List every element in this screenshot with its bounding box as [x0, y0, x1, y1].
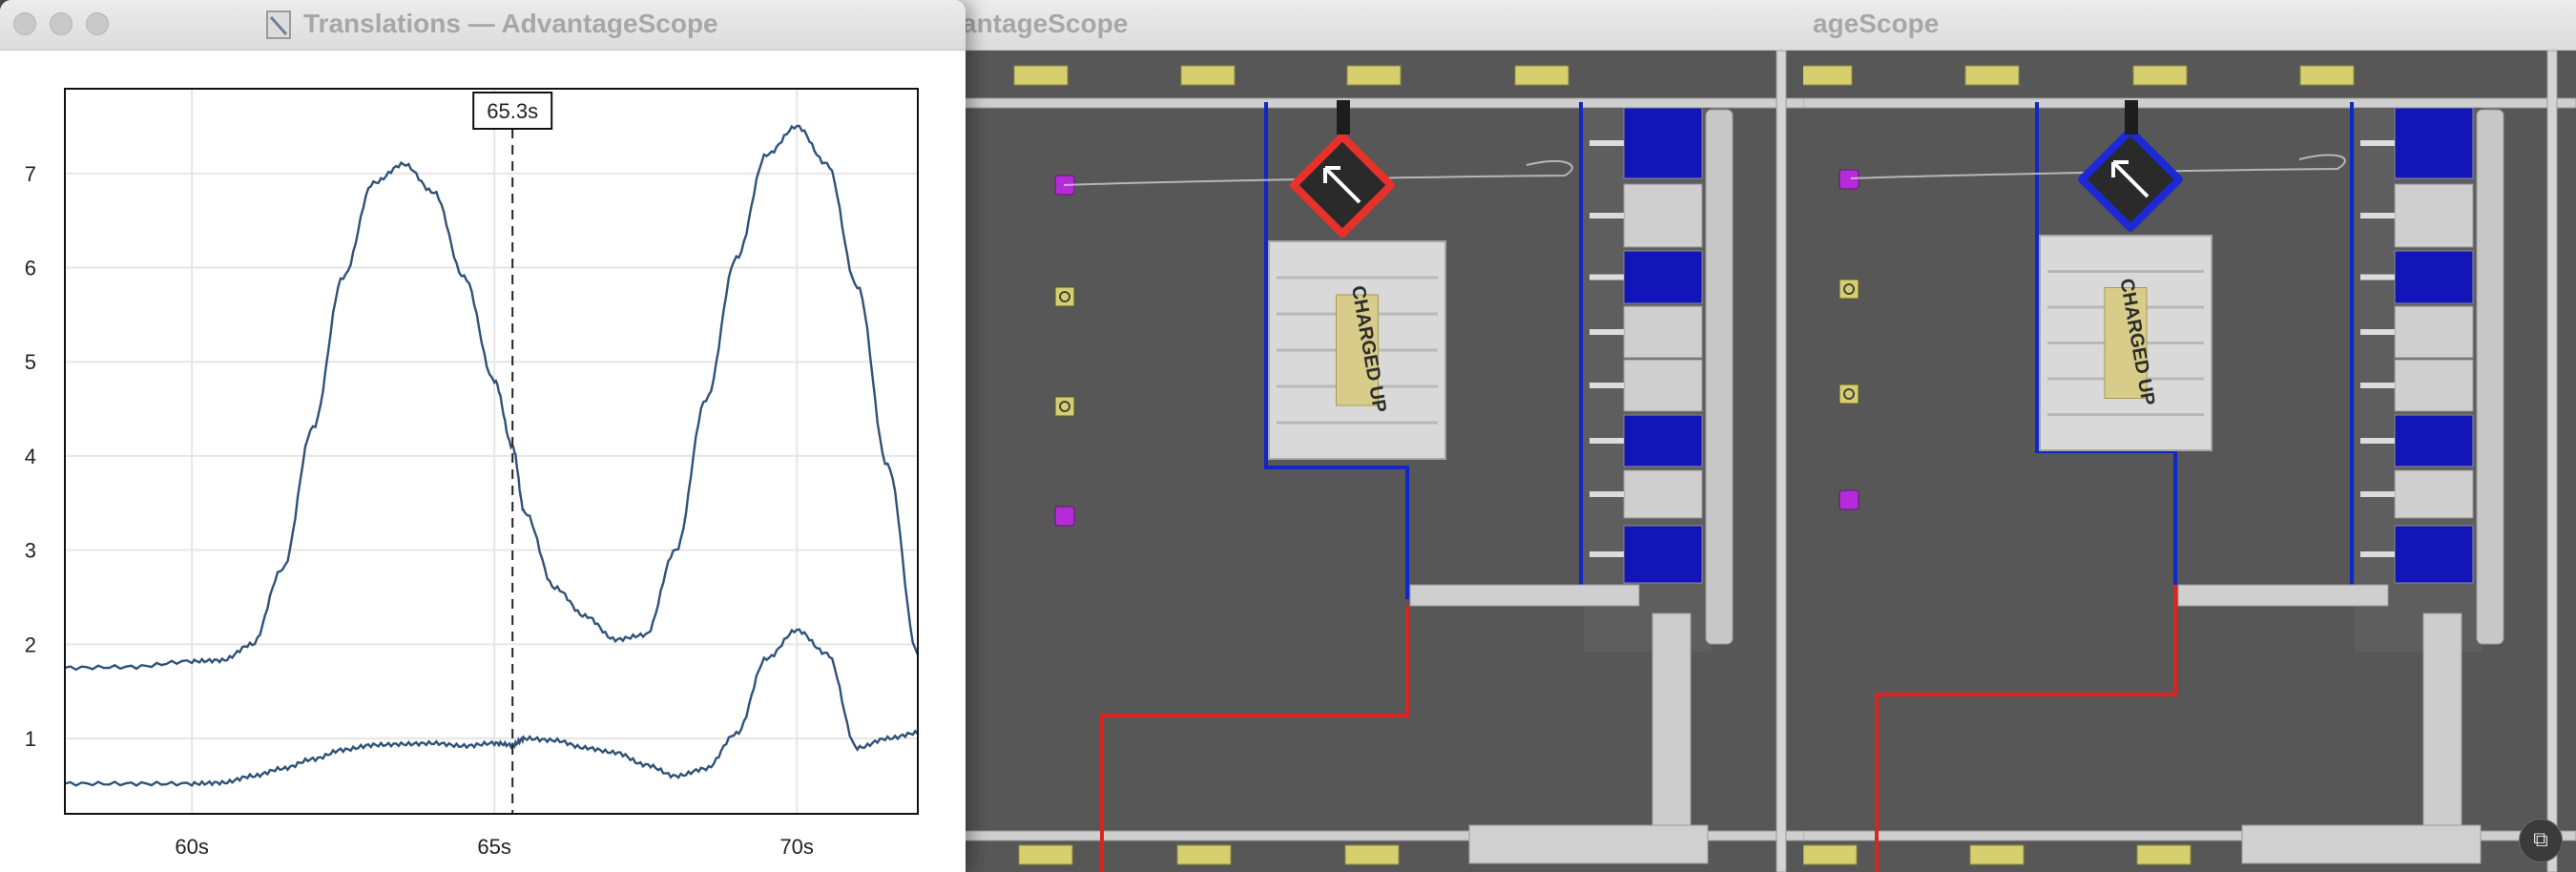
bottom-barrier: [1468, 824, 1709, 864]
cone-node: [1623, 305, 1703, 359]
zoom-window-button[interactable]: [86, 12, 109, 35]
grid-divider: [1705, 109, 1734, 645]
wall-marker: [2299, 65, 2355, 86]
robot[interactable]: [1288, 131, 1396, 239]
robot-mast: [2125, 100, 2138, 135]
window-title: Translations — AdvantageScope: [303, 9, 718, 38]
bottom-barrier: [2241, 824, 2482, 864]
field-rail-side: [1776, 51, 1787, 872]
wall-marker: [1803, 65, 1853, 86]
cube-node: [2394, 525, 2474, 584]
y-tick-label: 7: [25, 162, 36, 186]
wall-marker: [2132, 65, 2188, 86]
wall-marker: [1018, 844, 1073, 865]
cube-node: [1623, 525, 1703, 584]
cone-game-piece: [1054, 286, 1075, 307]
close-window-button[interactable]: [13, 12, 36, 35]
cone-game-piece: [1839, 279, 1859, 300]
line-graph[interactable]: 1 2 3 4 5 6 7 60s 65s 70s 65.3s: [0, 51, 966, 872]
advantagescope-document-icon: [266, 10, 291, 39]
y-tick-label: 3: [25, 539, 36, 563]
substation: [2422, 612, 2462, 862]
screenshot-icon[interactable]: ⧉: [2519, 819, 2563, 862]
field-window-1-titlebar[interactable]: antageScope: [954, 0, 1813, 51]
x-tick-label: 65s: [477, 835, 510, 859]
cone-node: [1623, 359, 1703, 412]
cone-node: [1623, 183, 1703, 248]
wall-marker: [1013, 65, 1069, 86]
field-window-1-title: antageScope: [962, 9, 1129, 38]
field-layer: CHARGED UP: [1803, 51, 2576, 872]
cube-node: [2394, 414, 2474, 467]
y-tick-label: 4: [25, 445, 36, 468]
wall-marker: [2136, 844, 2192, 865]
substation: [1652, 612, 1692, 862]
field-layer: CHARGED UP: [954, 51, 1813, 872]
loading-platform: [2177, 584, 2389, 607]
line-graph-window-titlebar[interactable]: Translations — AdvantageScope: [0, 0, 966, 51]
cube-node: [1623, 250, 1703, 304]
cube-game-piece: [1839, 489, 1859, 510]
cube-node: [2394, 250, 2474, 304]
x-tick-label: 60s: [175, 835, 208, 859]
wall-marker: [1346, 65, 1402, 86]
grid-divider: [2476, 109, 2504, 645]
cone-game-piece: [1054, 396, 1075, 417]
field-view-2[interactable]: CHARGED UP: [1803, 51, 2576, 872]
cone-game-piece: [1839, 384, 1859, 405]
grid: [65, 89, 918, 814]
wall-marker: [1344, 844, 1400, 865]
cube-node: [1623, 107, 1703, 179]
cone-node: [2394, 469, 2474, 519]
field-window-2: ageScope CHARGED UP ⧉: [1803, 0, 2576, 872]
robot[interactable]: [2076, 125, 2184, 233]
y-tick-label: 1: [25, 727, 36, 751]
wall-marker: [1964, 65, 2020, 86]
field-window-1: antageScope CHARGED UP: [954, 0, 1813, 872]
field-rail-top: [1803, 97, 2576, 109]
cone-node: [2394, 305, 2474, 359]
field-rail-side: [2546, 51, 2558, 872]
field-canvas-2[interactable]: CHARGED UP: [1803, 51, 2576, 872]
field-window-2-titlebar[interactable]: ageScope: [1803, 0, 2576, 51]
line-graph-window: Translations — AdvantageScope 1 2 3 4 5 6 7 60s…: [0, 0, 966, 872]
axes: 1 2 3 4 5 6 7 60s 65s 70s: [25, 88, 919, 859]
y-tick-label: 6: [25, 257, 36, 280]
cone-node: [2394, 359, 2474, 412]
cursor-label: 65.3s: [487, 99, 538, 123]
wall-marker: [1180, 65, 1236, 86]
cube-game-piece: [1839, 169, 1859, 190]
cone-node: [2394, 183, 2474, 248]
cube-game-piece: [1054, 506, 1075, 527]
field-rail-top: [954, 97, 1813, 109]
cube-node: [1623, 414, 1703, 467]
field-window-2-title: ageScope: [1813, 9, 1940, 38]
cube-node: [2394, 107, 2474, 179]
y-tick-label: 2: [25, 633, 36, 656]
x-tick-label: 70s: [779, 835, 813, 859]
field-view-1[interactable]: CHARGED UP: [954, 51, 1813, 872]
robot-mast: [1337, 100, 1350, 135]
wall-marker: [1803, 844, 1858, 865]
wall-marker: [1969, 844, 2025, 865]
cone-node: [1623, 469, 1703, 519]
red-community-line: [1875, 585, 2177, 872]
field-canvas-1[interactable]: CHARGED UP: [954, 51, 1813, 872]
wall-marker: [1176, 844, 1232, 865]
time-cursor[interactable]: 65.3s: [472, 92, 553, 814]
wall-marker: [1514, 65, 1569, 86]
y-tick-label: 5: [25, 350, 36, 374]
loading-platform: [1409, 584, 1640, 607]
minimize-window-button[interactable]: [50, 12, 73, 35]
